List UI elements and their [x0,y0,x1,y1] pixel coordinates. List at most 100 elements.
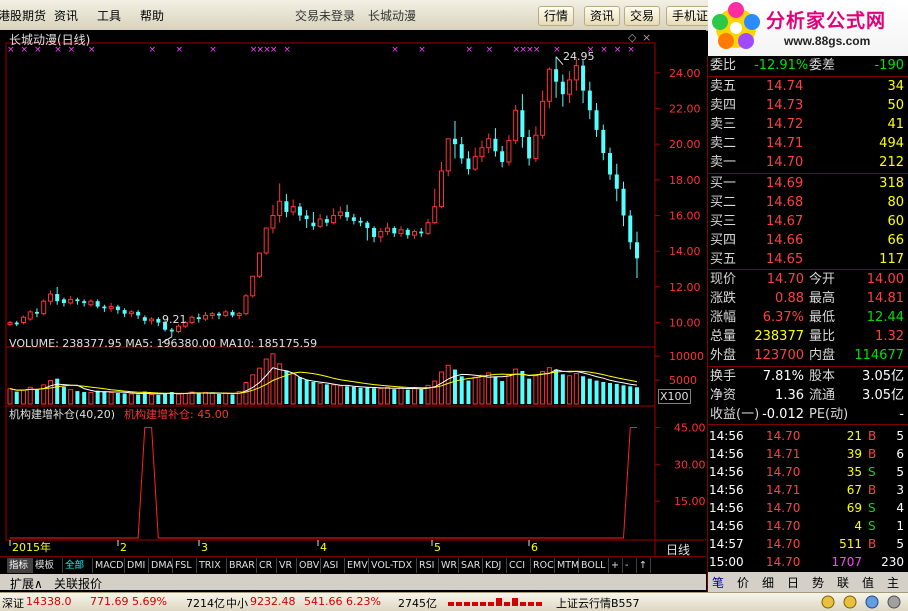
chart-area[interactable]: 10.00 12.00 14.00 16.00 18.00 20.00 22.00 24.00… [0,30,706,585]
volume-bar [506,374,512,405]
indicator-toolbar: 指标 模板 全部 MACD DMI DMA FSL TRIX BRAR CR VR OBV ASI EMV… [0,556,706,575]
volume-bar [102,391,107,404]
low-annotation: 9.21 [162,313,187,326]
volume-bar [365,387,370,404]
related-quote-button[interactable]: 关联报价 [54,575,102,592]
tab-quote[interactable]: 行情 [538,6,575,26]
bid-volume: 80 [887,195,904,210]
expand-button[interactable]: 扩展∧ [10,575,43,592]
detail-tab-bar: 笔价细日势联值主 [708,572,908,592]
indicator-tab-obv-11[interactable]: OBV [297,558,321,573]
volume-bar [68,389,74,405]
indicator-tab-kdj-18[interactable]: KDJ [483,558,507,573]
candle-body [601,129,606,154]
volume-bar [358,387,363,404]
menu-news[interactable]: 资讯 [54,7,78,24]
tick-time: 14:56 [709,465,744,479]
indicator-tab--24[interactable]: - [623,558,637,573]
indicator-tab-asi-12[interactable]: ASI [321,558,345,573]
feed-label[interactable]: 上证云行情B557 [556,595,640,611]
close-icon[interactable]: × [642,31,651,44]
detail-tab-6[interactable]: 值 [862,574,874,591]
tick-side: S [868,465,876,479]
indicator-tab-rsi-15[interactable]: RSI [417,558,439,573]
indicator-tab-wr-16[interactable]: WR [439,558,459,573]
tab-news[interactable]: 资讯 [584,6,621,26]
indicator-tab-roc-20[interactable]: ROC [531,558,555,573]
tick-price: 14.70 [766,537,801,551]
indicator-tab-emv-13[interactable]: EMV [345,558,369,573]
kline-chart[interactable]: 10.00 12.00 14.00 16.00 18.00 20.00 22.00 24.00… [0,30,706,556]
indicator-tab-fsl-6[interactable]: FSL [173,558,197,573]
volume-bar [479,374,485,405]
detail-tab-1[interactable]: 价 [737,574,749,591]
volume-bar [594,380,599,404]
indicator-tab-cci-19[interactable]: CCI [507,558,531,573]
indicator-tab-brar-8[interactable]: BRAR [227,558,257,573]
detail-tab-2[interactable]: 细 [762,574,774,591]
signal-marker-icon: × [176,45,184,55]
detail-tab-7[interactable]: 主 [887,574,899,591]
indicator-tab--0[interactable]: 指标 [7,558,33,573]
indicator-tab-trix-7[interactable]: TRIX [197,558,227,573]
tick-price: 14.70 [766,501,801,515]
stock-title: 长城动漫 [368,9,417,23]
detail-tab-5[interactable]: 联 [837,574,849,591]
tick-volume: 69 [846,501,862,515]
date-label: 6 [531,541,538,554]
volume-bar [331,384,337,405]
ask-volume: 34 [887,79,904,94]
stat-value-2: 14.81 [866,291,904,306]
sz-value: 14338.0 [26,595,72,608]
diamond-icon[interactable]: ◇ [628,31,636,44]
indicator-tab-dmi-4[interactable]: DMI [125,558,149,573]
detail-tab-4[interactable]: 势 [812,574,824,591]
indicator-tab-dma-5[interactable]: DMA [149,558,173,573]
volume-bar [493,376,498,404]
bid-price: 14.69 [766,176,804,191]
menu-tools[interactable]: 工具 [97,7,121,24]
indicator-tab-boll-22[interactable]: BOLL [579,558,609,573]
indicator-tab-cr-9[interactable]: CR [257,558,277,573]
volume-bar [34,389,39,404]
candle-body [209,313,215,316]
volume-bar [203,392,209,405]
candle-body [425,222,431,234]
indicator-tab-sar-17[interactable]: SAR [459,558,483,573]
candle-body [398,229,404,234]
stat2-label: 换手 [710,369,737,384]
axis-labels: 10.00 12.00 14.00 16.00 18.00 20.00 22.00 24.00… [655,67,706,508]
volume-bar [290,373,296,405]
volume-bar [176,393,182,405]
candle-body [365,222,370,229]
volume-bar [351,386,356,404]
signal-marker-icon: × [486,45,494,55]
indicator-tab--2[interactable]: 全部 [63,558,93,573]
indicator-tab--1[interactable]: 模板 [33,558,63,573]
indicator-tab--23[interactable]: + [609,558,623,573]
detail-tab-3[interactable]: 日 [787,574,799,591]
candle-body [506,140,512,163]
indicator-tab-macd-3[interactable]: MACD [93,558,125,573]
candle-body [546,68,552,102]
indicator-tab--25[interactable]: ↑ [637,558,651,573]
volume-bar [438,371,444,405]
tab-trade[interactable]: 交易 [624,6,661,26]
volume-bar [149,393,155,405]
indicator-tab-mtm-21[interactable]: MTM [555,558,579,573]
ask-volume: 494 [879,136,904,151]
candle-body [290,206,296,213]
bid-price: 14.66 [766,233,804,248]
candle-body [256,252,262,277]
stat-value: 238377 [754,329,804,344]
ask-volume: 41 [887,117,904,132]
indicator-tab-voltdx-14[interactable]: VOL-TDX [369,558,417,573]
candle-body [372,228,377,237]
menu-futures[interactable]: 港股期货 [0,7,46,24]
candle-body [149,318,155,322]
detail-tab-0[interactable]: 笔 [712,574,724,591]
volume-bar [75,391,80,404]
indicator-tab-vr-10[interactable]: VR [277,558,297,573]
candle-body [189,316,195,324]
menu-help[interactable]: 帮助 [140,7,164,24]
